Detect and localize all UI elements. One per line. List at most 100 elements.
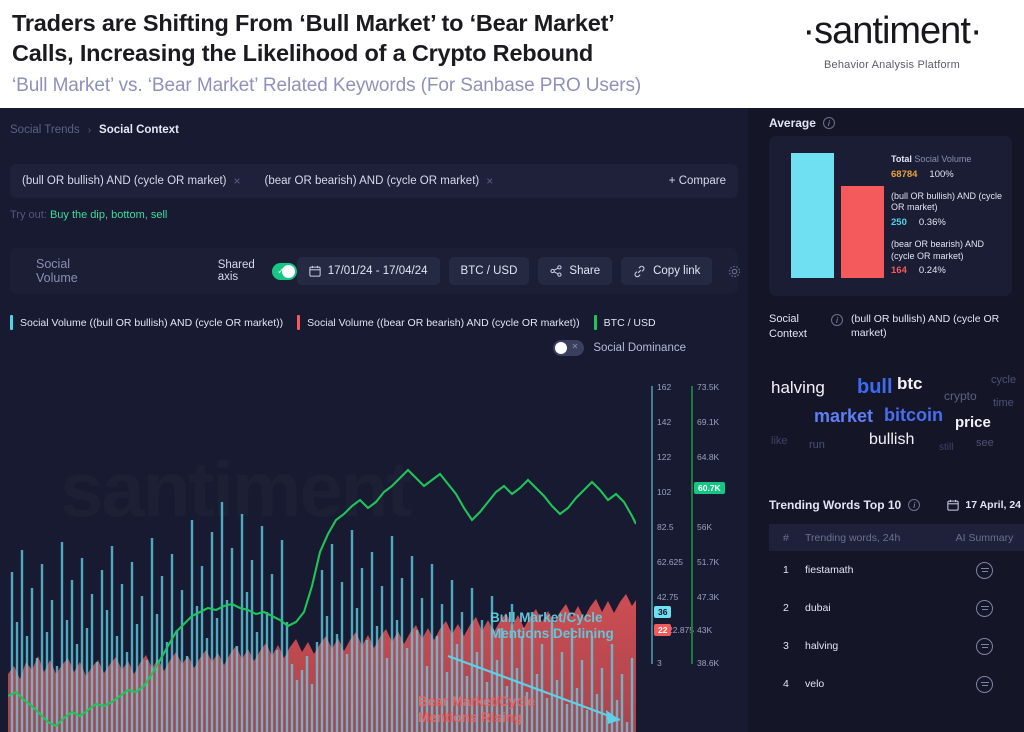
legend-item-btc[interactable]: BTC / USD — [593, 315, 670, 330]
link-icon — [634, 265, 645, 277]
word-cloud-item[interactable]: price — [955, 415, 991, 430]
breadcrumb-separator-icon: › — [87, 124, 92, 136]
legend-swatch — [593, 315, 597, 330]
row-word[interactable]: dubai — [805, 602, 945, 614]
info-icon[interactable]: i — [908, 499, 921, 511]
row-rank: 3 — [783, 640, 789, 652]
word-cloud-item[interactable]: run — [809, 440, 825, 451]
breadcrumb-parent[interactable]: Social Trends — [10, 124, 80, 136]
trending-words-table: # Trending words, 24h AI Summary 1 fiest… — [769, 524, 1024, 703]
average-bar-bear — [841, 186, 884, 278]
word-cloud-item[interactable]: time — [993, 398, 1014, 409]
legend-item-bull[interactable]: Social Volume ((bull OR bullish) AND (cy… — [10, 315, 297, 330]
close-icon: ✕ — [571, 342, 579, 351]
settings-button[interactable] — [721, 258, 747, 284]
shared-axis-control[interactable]: Shared axis ✓ — [218, 259, 297, 283]
axis-tick: 56K — [697, 522, 713, 532]
axis-tick: 62.625 — [657, 557, 683, 567]
word-cloud-item[interactable]: bitcoin — [884, 406, 943, 424]
brand-block: ·santiment· Behavior Analysis Platform — [760, 0, 1024, 71]
gear-icon — [728, 265, 741, 277]
query-chip-bear[interactable]: (bear OR bearish) AND (cycle OR market) … — [253, 164, 506, 198]
word-cloud-item[interactable]: bullish — [869, 432, 914, 448]
breadcrumb: Social Trends › Social Context — [10, 124, 179, 136]
column-header-summary: AI Summary — [955, 531, 1014, 544]
table-row[interactable]: 2 dubai — [769, 589, 1024, 627]
average-card: Total Social Volume 68784 100% (bull OR … — [769, 136, 1012, 296]
main-panel: Social Trends › Social Context (bull OR … — [0, 108, 748, 732]
chart-legend: Social Volume ((bull OR bullish) AND (cy… — [10, 315, 740, 330]
brand-tagline: Behavior Analysis Platform — [823, 59, 961, 71]
word-cloud-item[interactable]: halving — [771, 379, 825, 396]
word-cloud-item[interactable]: crypto — [944, 390, 977, 402]
shared-axis-label: Shared axis — [217, 259, 255, 283]
ai-summary-icon[interactable] — [976, 675, 993, 693]
word-cloud-item[interactable]: like — [771, 436, 788, 447]
shared-axis-toggle[interactable]: ✓ — [272, 262, 297, 280]
trending-words-date-picker[interactable]: 17 April, 24 — [947, 499, 1021, 511]
row-word[interactable]: fiestamath — [805, 564, 945, 576]
chart-toolbar: Social Volume Shared axis ✓ 17/01/24 - 1… — [10, 248, 741, 294]
legend-swatch — [297, 315, 301, 330]
close-icon[interactable]: × — [233, 174, 240, 188]
table-row[interactable]: 4 velo — [769, 665, 1024, 703]
try-out-links[interactable]: Buy the dip, bottom, sell — [50, 209, 167, 221]
calendar-icon — [309, 265, 321, 277]
copy-link-button[interactable]: Copy link — [621, 257, 713, 285]
word-cloud-item[interactable]: btc — [897, 375, 923, 392]
word-cloud-item[interactable]: still — [939, 443, 953, 453]
query-chip-bull[interactable]: (bull OR bullish) AND (cycle OR market) … — [10, 164, 253, 198]
social-dominance-toggle[interactable]: ✕ — [553, 340, 585, 356]
word-cloud[interactable]: halving bull btc crypto cycle time marke… — [769, 363, 1019, 473]
table-header-row: # Trending words, 24h AI Summary — [769, 524, 1024, 551]
ai-summary-icon[interactable] — [976, 599, 993, 617]
info-icon[interactable]: i — [822, 117, 835, 129]
asset-selector[interactable]: BTC / USD — [448, 257, 530, 285]
average-bull-value: 250 — [891, 217, 907, 229]
word-cloud-item[interactable]: bull — [857, 377, 893, 397]
average-row-bear: (bear OR bearish) AND (cycle OR market) … — [891, 239, 1007, 276]
axis-tick: 47.3K — [697, 592, 720, 602]
trending-words-title-block: Trending Words Top 10 i — [769, 498, 921, 512]
row-word[interactable]: halving — [805, 640, 945, 652]
ai-summary-icon[interactable] — [976, 637, 993, 655]
axis-tick: 42.75 — [657, 592, 679, 602]
axis-tick: 64.8K — [697, 452, 720, 462]
word-cloud-item[interactable]: see — [976, 438, 994, 449]
word-cloud-item[interactable]: market — [814, 407, 873, 425]
btc-current-value-badge: 60.7K — [694, 482, 725, 494]
info-icon[interactable]: i — [831, 314, 843, 326]
legend-label: Social Volume ((bear OR bearish) AND (cy… — [307, 316, 580, 329]
ai-summary-icon[interactable] — [976, 561, 993, 579]
try-out-prefix: Try out: — [10, 209, 47, 221]
axis-tick: 162 — [657, 382, 672, 392]
query-bar[interactable]: (bull OR bullish) AND (cycle OR market) … — [10, 164, 738, 198]
column-header-rank: # — [783, 531, 789, 544]
share-button[interactable]: Share — [538, 257, 613, 285]
copy-link-label: Copy link — [653, 265, 701, 277]
table-row[interactable]: 3 halving — [769, 627, 1024, 665]
legend-label: Social Volume ((bull OR bullish) AND (cy… — [20, 316, 284, 329]
btc-price-axis — [691, 386, 693, 664]
legend-item-bear[interactable]: Social Volume ((bear OR bearish) AND (cy… — [297, 315, 594, 330]
average-total-percent: 100% — [929, 168, 954, 180]
average-row-total: Total Social Volume 68784 100% — [891, 154, 1007, 180]
chart-plot[interactable] — [8, 374, 636, 732]
date-range-picker[interactable]: 17/01/24 - 17/04/24 — [296, 257, 440, 285]
trending-words-header: Trending Words Top 10 i 17 April, 24 — [769, 498, 1021, 512]
row-rank: 1 — [783, 564, 789, 576]
add-compare-button[interactable]: + Compare — [669, 175, 726, 187]
word-cloud-item[interactable]: cycle — [991, 375, 1016, 386]
query-chip-bull-label: (bull OR bullish) AND (cycle OR market) — [22, 175, 227, 187]
social-dominance-control[interactable]: ✕ Social Dominance — [553, 340, 686, 356]
average-bear-percent: 0.24% — [918, 265, 946, 277]
table-row[interactable]: 1 fiestamath — [769, 551, 1024, 589]
close-icon[interactable]: × — [486, 174, 493, 188]
average-total-value: 68784 — [891, 168, 918, 180]
toggle-knob — [555, 342, 568, 354]
axis-tick: 82.5 — [657, 522, 674, 532]
share-label: Share — [569, 265, 601, 277]
chart-area[interactable]: santiment — [0, 374, 748, 732]
trending-words-date: 17 April, 24 — [965, 499, 1021, 511]
row-word[interactable]: velo — [805, 678, 945, 690]
